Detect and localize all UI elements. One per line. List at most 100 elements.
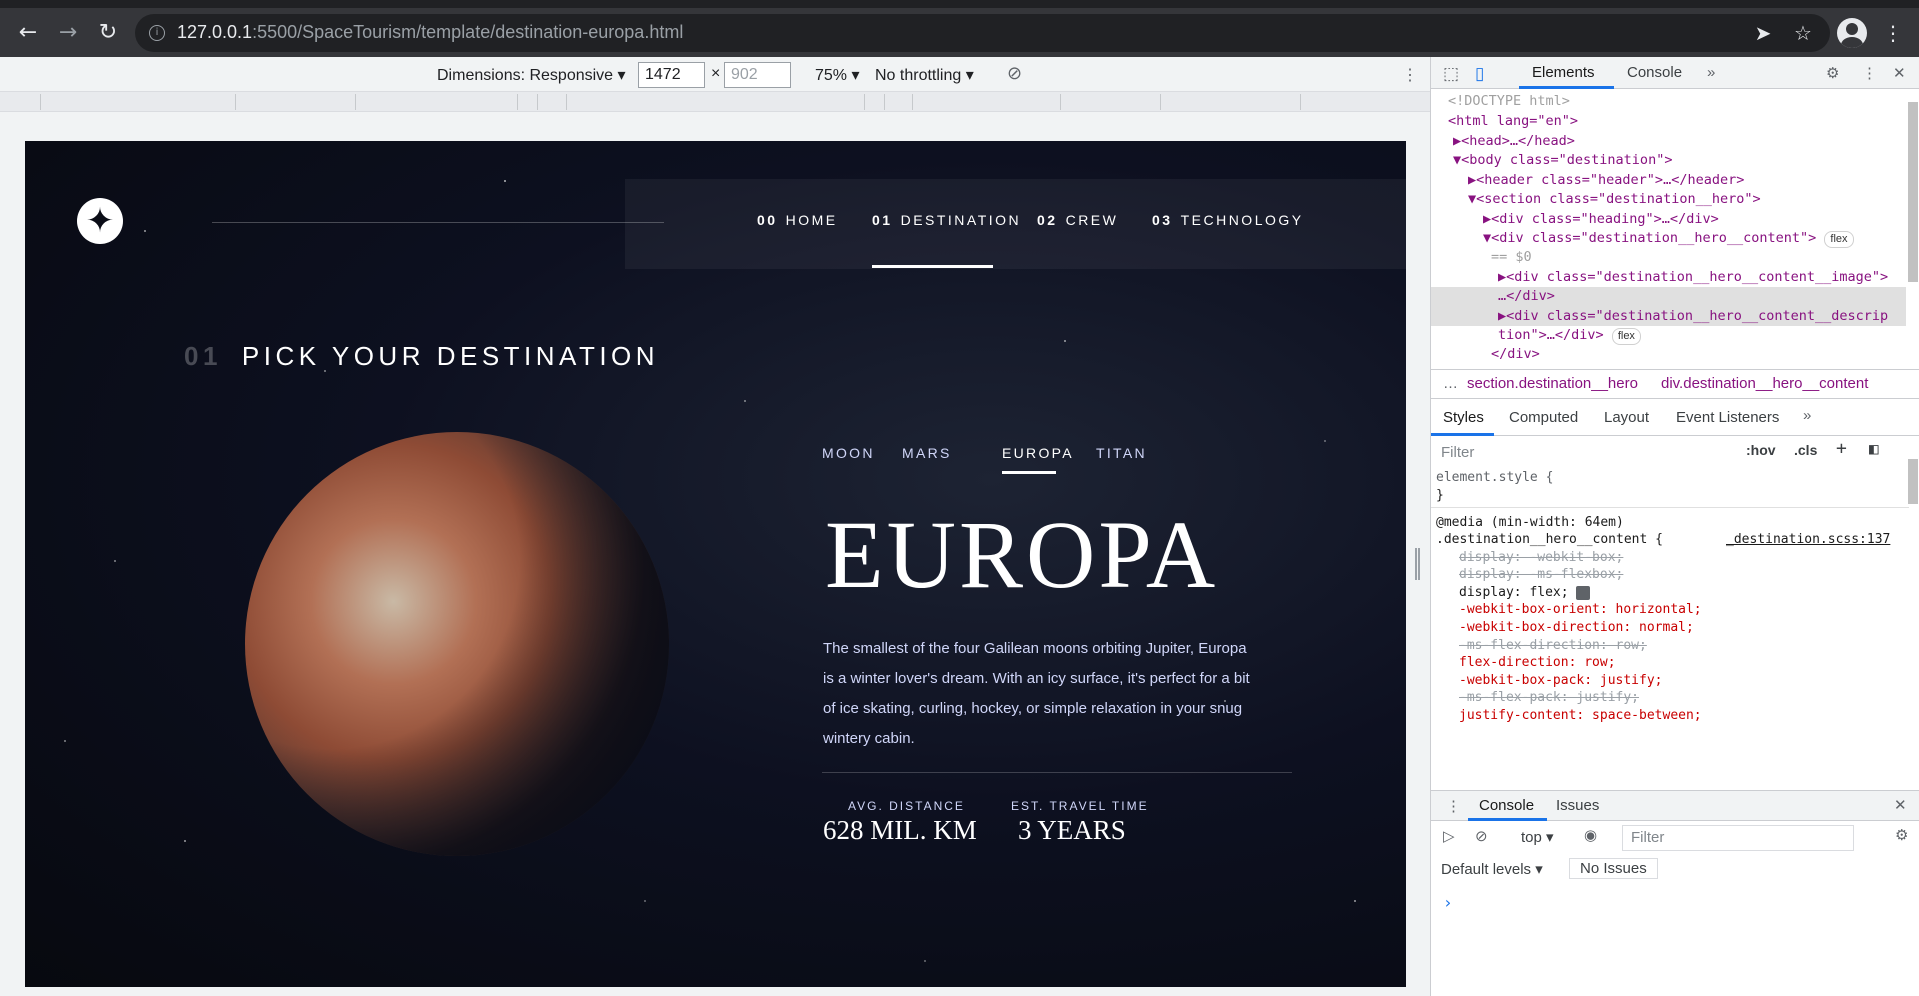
- breadcrumb-item[interactable]: section.destination__hero: [1467, 375, 1638, 392]
- dom-line[interactable]: ▶<div class="destination__hero__content_…: [1498, 268, 1888, 288]
- dom-line[interactable]: </div>: [1491, 345, 1540, 365]
- forward-icon[interactable]: →: [55, 20, 81, 46]
- tab-styles[interactable]: Styles: [1443, 409, 1484, 426]
- site-info-icon[interactable]: i: [149, 25, 165, 41]
- console-filter-input[interactable]: Filter: [1622, 825, 1854, 851]
- nav-item-technology[interactable]: 03 TECHNOLOGY: [1152, 212, 1304, 228]
- dom-scrollbar[interactable]: [1908, 102, 1918, 282]
- more-tabs-icon[interactable]: »: [1803, 407, 1811, 424]
- dom-line[interactable]: ▼<body class="destination">: [1453, 151, 1672, 171]
- css-line[interactable]: justify-content: space-between;: [1459, 707, 1702, 725]
- cls-toggle[interactable]: .cls: [1794, 442, 1817, 458]
- device-toggle-icon[interactable]: ▯: [1475, 64, 1484, 84]
- drawer-menu-icon[interactable]: ⋮: [1446, 797, 1461, 815]
- nav-item-home[interactable]: 00 HOME: [757, 212, 838, 228]
- flex-badge[interactable]: flex: [1611, 328, 1641, 345]
- tab-elements[interactable]: Elements: [1532, 64, 1595, 81]
- dom-line[interactable]: <html lang="en">: [1448, 112, 1578, 132]
- device-toolbar-menu-icon[interactable]: ⋮: [1402, 65, 1418, 85]
- send-icon[interactable]: ➤: [1750, 20, 1776, 46]
- dom-line[interactable]: <!DOCTYPE html>: [1448, 92, 1570, 112]
- css-line[interactable]: display: flex;: [1459, 584, 1591, 602]
- css-line[interactable]: @media (min-width: 64em): [1436, 514, 1624, 532]
- tab-layout[interactable]: Layout: [1604, 409, 1649, 426]
- dom-line[interactable]: ▶<div class="heading">…</div>: [1483, 210, 1719, 230]
- nav-active-indicator: [872, 265, 993, 268]
- media-query-ruler[interactable]: [0, 92, 1430, 112]
- drawer-tab-issues[interactable]: Issues: [1556, 797, 1599, 814]
- close-drawer-icon[interactable]: ✕: [1894, 796, 1907, 814]
- css-line[interactable]: element.style {: [1436, 469, 1553, 487]
- stat-travel-value: 3 YEARS: [1018, 815, 1126, 845]
- reload-icon[interactable]: ↻: [95, 20, 121, 46]
- url-text[interactable]: 127.0.0.1:5500/SpaceTourism/template/des…: [177, 22, 683, 43]
- styles-filter-input[interactable]: Filter: [1435, 440, 1740, 466]
- css-rules: element.style { } @media (min-width: 64e…: [1431, 469, 1909, 789]
- tab-moon[interactable]: MOON: [822, 445, 875, 461]
- width-input[interactable]: 1472: [638, 62, 705, 88]
- dom-line[interactable]: ▶<div class="destination__hero__content_…: [1498, 307, 1888, 327]
- browser-menu-icon[interactable]: ⋮: [1880, 20, 1906, 46]
- dom-line[interactable]: ▶<header class="header">…</header>: [1468, 171, 1744, 191]
- drawer-tab-console[interactable]: Console: [1479, 797, 1534, 814]
- settings-gear-icon[interactable]: ⚙: [1826, 64, 1839, 82]
- css-line[interactable]: .destination__hero__content {: [1436, 531, 1663, 549]
- styles-scrollbar[interactable]: [1908, 459, 1918, 504]
- tab-titan[interactable]: TITAN: [1096, 445, 1147, 461]
- dom-line[interactable]: ▶<head>…</head>: [1453, 132, 1575, 152]
- add-rule-icon[interactable]: +: [1836, 438, 1847, 459]
- dom-line[interactable]: tion">…</div> flex: [1498, 326, 1641, 346]
- more-tabs-icon[interactable]: »: [1707, 64, 1715, 81]
- dimensions-dropdown[interactable]: Dimensions: Responsive ▾: [437, 65, 626, 85]
- tab-europa[interactable]: EUROPA: [1002, 445, 1074, 461]
- css-line[interactable]: -ms-flex-direction: row;: [1459, 637, 1647, 655]
- rotate-icon[interactable]: ⊘: [1007, 63, 1022, 84]
- tab-event-listeners[interactable]: Event Listeners: [1676, 409, 1779, 426]
- issues-button[interactable]: No Issues: [1569, 858, 1658, 879]
- flex-editor-icon[interactable]: [1576, 585, 1591, 600]
- live-expression-eye-icon[interactable]: ◉: [1584, 826, 1597, 844]
- css-line[interactable]: display: -ms-flexbox;: [1459, 566, 1623, 584]
- nav-item-destination[interactable]: 01 DESTINATION: [872, 212, 1021, 228]
- site-logo[interactable]: [77, 198, 123, 244]
- devtools-menu-icon[interactable]: ⋮: [1862, 64, 1877, 82]
- sidebar-toggle-icon[interactable]: ▷: [1443, 827, 1455, 845]
- zoom-dropdown[interactable]: 75% ▾: [815, 65, 860, 85]
- hov-toggle[interactable]: :hov: [1746, 442, 1776, 458]
- throttling-dropdown[interactable]: No throttling ▾: [875, 65, 974, 85]
- css-line[interactable]: -ms-flex-pack: justify;: [1459, 689, 1639, 707]
- inspect-element-icon[interactable]: ⬚: [1443, 64, 1459, 84]
- css-line[interactable]: -webkit-box-direction: normal;: [1459, 619, 1694, 637]
- console-settings-gear-icon[interactable]: ⚙: [1895, 826, 1908, 844]
- toggle-sidebar-icon[interactable]: ◧: [1869, 439, 1879, 458]
- tab-mars[interactable]: MARS: [902, 445, 952, 461]
- profile-avatar-icon[interactable]: [1837, 18, 1867, 48]
- css-source-link[interactable]: _destination.scss:137: [1726, 531, 1890, 549]
- breadcrumb-item[interactable]: div.destination__hero__content: [1661, 375, 1868, 392]
- dom-line[interactable]: …</div>: [1498, 287, 1555, 307]
- nav-item-crew[interactable]: 02 CREW: [1037, 212, 1118, 228]
- context-dropdown[interactable]: top ▾: [1521, 828, 1554, 846]
- dom-tree: <!DOCTYPE html> <html lang="en"> ▶<head>…: [1431, 90, 1906, 362]
- dom-line[interactable]: ▼<section class="destination__hero">: [1468, 190, 1761, 210]
- tab-computed[interactable]: Computed: [1509, 409, 1578, 426]
- bookmark-star-icon[interactable]: ☆: [1790, 20, 1816, 46]
- breadcrumb-overflow-icon[interactable]: …: [1443, 375, 1458, 392]
- back-icon[interactable]: ←: [15, 20, 41, 46]
- css-line[interactable]: flex-direction: row;: [1459, 654, 1616, 672]
- css-line[interactable]: display: -webkit-box;: [1459, 549, 1623, 567]
- flex-badge[interactable]: flex: [1824, 231, 1854, 248]
- height-input[interactable]: 902: [724, 62, 791, 88]
- css-line[interactable]: -webkit-box-pack: justify;: [1459, 672, 1663, 690]
- dom-line-selected[interactable]: ▼<div class="destination__hero__content"…: [1483, 229, 1854, 249]
- css-line[interactable]: }: [1436, 487, 1444, 505]
- console-prompt[interactable]: ›: [1443, 893, 1453, 912]
- clear-console-icon[interactable]: ⊘: [1475, 827, 1488, 845]
- css-line[interactable]: -webkit-box-orient: horizontal;: [1459, 601, 1702, 619]
- address-bar[interactable]: i 127.0.0.1:5500/SpaceTourism/template/d…: [135, 14, 1830, 52]
- tab-console[interactable]: Console: [1627, 64, 1682, 81]
- log-levels-dropdown[interactable]: Default levels ▾: [1441, 860, 1543, 878]
- stat-distance-value: 628 MIL. KM: [823, 815, 977, 845]
- close-devtools-icon[interactable]: ✕: [1893, 64, 1906, 82]
- viewport-resize-handle[interactable]: [1415, 548, 1420, 580]
